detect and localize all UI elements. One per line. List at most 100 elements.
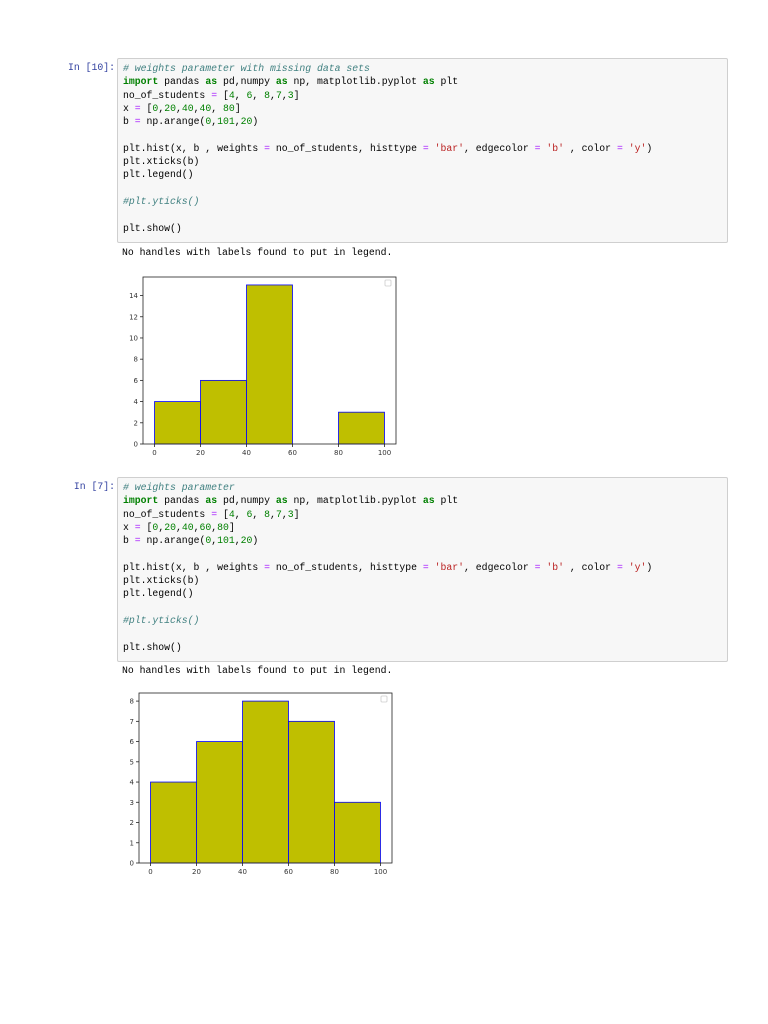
code-token: plt.show()	[123, 222, 182, 234]
code-line: plt.legend()	[123, 168, 652, 181]
histogram-chart: 0 20 40 60 80 100 0 1 2 3 4 5 6 7 8	[130, 692, 393, 876]
code-token: 20	[240, 116, 253, 128]
code-token: no_of_students	[123, 89, 212, 101]
code-token: as	[422, 76, 435, 88]
code-token: 'bar'	[434, 561, 465, 573]
histogram-bar	[150, 781, 197, 864]
histogram-bar	[242, 700, 289, 864]
x-tick-label: 100	[374, 868, 387, 876]
histogram-bar	[154, 401, 201, 445]
code-token: as	[275, 495, 288, 507]
code-token: plt.hist(x, b , weights	[123, 561, 265, 573]
code-token: as	[422, 495, 435, 507]
x-tick-label: 60	[284, 868, 293, 876]
code-token: 80	[217, 521, 229, 533]
histogram-bar	[338, 411, 385, 445]
code-editor[interactable]: # weights parameter import pandas as pd,n…	[123, 481, 652, 654]
code-token: )	[646, 561, 653, 573]
x-tick-label: 40	[238, 868, 247, 876]
histogram-bar	[246, 284, 293, 445]
code-token: 40	[181, 521, 194, 533]
code-token: 80	[223, 102, 235, 114]
code-line: plt.show()	[123, 641, 652, 654]
code-token: )	[252, 116, 259, 128]
code-token: #plt.yticks()	[123, 614, 200, 626]
code-token: x	[123, 102, 135, 114]
code-token: ]	[293, 89, 300, 101]
code-token: ,	[252, 508, 265, 520]
y-tick-label: 1	[130, 839, 134, 847]
y-tick-label: 6	[134, 377, 139, 385]
code-token: ,	[234, 89, 247, 101]
y-tick-label: 3	[130, 799, 134, 807]
code-token: 'bar'	[434, 142, 465, 154]
code-token: plt.legend()	[123, 169, 194, 181]
code-token: 'y'	[628, 142, 647, 154]
code-token: plt	[434, 495, 459, 507]
code-token: ]	[293, 508, 300, 520]
histogram-chart: 0 20 40 60 80 100 0 2 4 6 8 10 12 14	[129, 276, 397, 457]
code-line: plt.show()	[123, 222, 652, 235]
code-token: # weights parameter with missing data se…	[123, 63, 370, 74]
code-line: #plt.yticks()	[123, 614, 652, 627]
code-token: plt.legend()	[123, 588, 194, 600]
x-tick-label: 80	[330, 868, 339, 876]
code-token: 40	[199, 102, 212, 114]
histogram-bar	[200, 379, 247, 445]
code-editor[interactable]: # weights parameter with missing data se…	[123, 62, 652, 235]
x-tick-label: 40	[242, 449, 251, 457]
code-line: import pandas as pd,numpy as np, matplot…	[123, 75, 652, 88]
y-tick-label: 0	[134, 441, 138, 449]
y-tick-label: 12	[129, 313, 138, 321]
histogram-bar	[288, 720, 335, 864]
code-token: pandas	[158, 495, 206, 507]
code-line: plt.xticks(b)	[123, 574, 652, 587]
code-token: import	[123, 76, 159, 88]
code-cell[interactable]: # weights parameter with missing data se…	[117, 58, 728, 243]
code-token: , color	[564, 142, 617, 154]
code-token: 20	[164, 521, 176, 533]
y-tick-label: 8	[130, 698, 134, 706]
code-token: )	[646, 142, 653, 154]
x-tick-label: 100	[378, 449, 391, 457]
x-tick-label: 0	[152, 449, 156, 457]
code-line: b = np.arange(0,101,20)	[123, 534, 652, 547]
code-token: np, matplotlib.pyplot	[287, 495, 423, 507]
code-token: 'y'	[628, 561, 647, 573]
code-token: 101	[217, 535, 235, 547]
y-tick-label: 10	[129, 334, 138, 342]
code-token: 20	[164, 102, 176, 114]
code-token: , edgecolor	[464, 142, 535, 154]
code-cell[interactable]: # weights parameter import pandas as pd,n…	[117, 477, 728, 662]
code-token: x	[123, 521, 135, 533]
code-token: 20	[240, 535, 253, 547]
y-tick-label: 2	[130, 819, 134, 827]
code-token: b	[123, 116, 135, 128]
code-line: plt.legend()	[123, 587, 652, 600]
code-token: ]	[228, 521, 235, 533]
code-token: plt	[434, 76, 459, 88]
code-line: no_of_students = [4, 6, 8,7,3]	[123, 508, 652, 521]
code-token: no_of_students, histtype	[270, 561, 423, 573]
code-token: )	[252, 535, 259, 547]
code-token: , color	[564, 561, 617, 573]
code-line: plt.hist(x, b , weights = no_of_students…	[123, 142, 652, 155]
code-token: pandas	[158, 76, 206, 88]
histogram-bar	[334, 801, 381, 864]
code-token: [	[217, 508, 229, 520]
code-token: ,	[211, 102, 224, 114]
code-token: #plt.yticks()	[123, 195, 200, 207]
code-token: 'b'	[546, 142, 565, 154]
code-token: plt.hist(x, b , weights	[123, 142, 265, 154]
cell-prompt: In [10]:	[67, 62, 115, 73]
cell-prompt: In [7]:	[73, 481, 115, 492]
code-line: import pandas as pd,numpy as np, matplot…	[123, 494, 652, 507]
y-tick-label: 5	[130, 758, 134, 766]
y-tick-label: 8	[134, 356, 138, 364]
y-tick-label: 4	[130, 779, 135, 787]
code-token: pd,numpy	[217, 495, 276, 507]
